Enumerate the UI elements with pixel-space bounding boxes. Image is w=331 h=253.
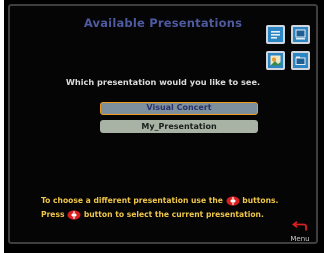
presentation-item-my-presentation[interactable]: My_Presentation [100, 120, 258, 133]
tv-screen: Available Presentations Which presentati… [4, 0, 324, 253]
menu-button[interactable]: Menu [287, 217, 313, 243]
return-arrow-icon [292, 221, 307, 231]
presentation-item-visual-concert[interactable]: Visual Concert [100, 102, 258, 115]
menu-label: Menu [290, 235, 310, 243]
slides-icon[interactable] [266, 25, 285, 44]
navigation-pad-icon [67, 210, 81, 220]
folder-icon[interactable] [291, 51, 310, 70]
photo-icon[interactable] [266, 51, 285, 70]
help-text-part: Press [41, 210, 65, 219]
help-text-line-1: To choose a different presentation use t… [41, 196, 278, 206]
presentation-menu-panel: Available Presentations Which presentati… [8, 4, 318, 244]
help-text-line-2: Press button to select the current prese… [41, 210, 264, 220]
navigation-pad-icon [226, 196, 240, 206]
presentation-icon[interactable] [291, 25, 310, 44]
selection-prompt: Which presentation would you like to see… [65, 77, 261, 87]
help-text-part: buttons. [242, 196, 279, 205]
help-text-part: To choose a different presentation use t… [41, 196, 223, 205]
help-text-part: button to select the current presentatio… [83, 210, 264, 219]
